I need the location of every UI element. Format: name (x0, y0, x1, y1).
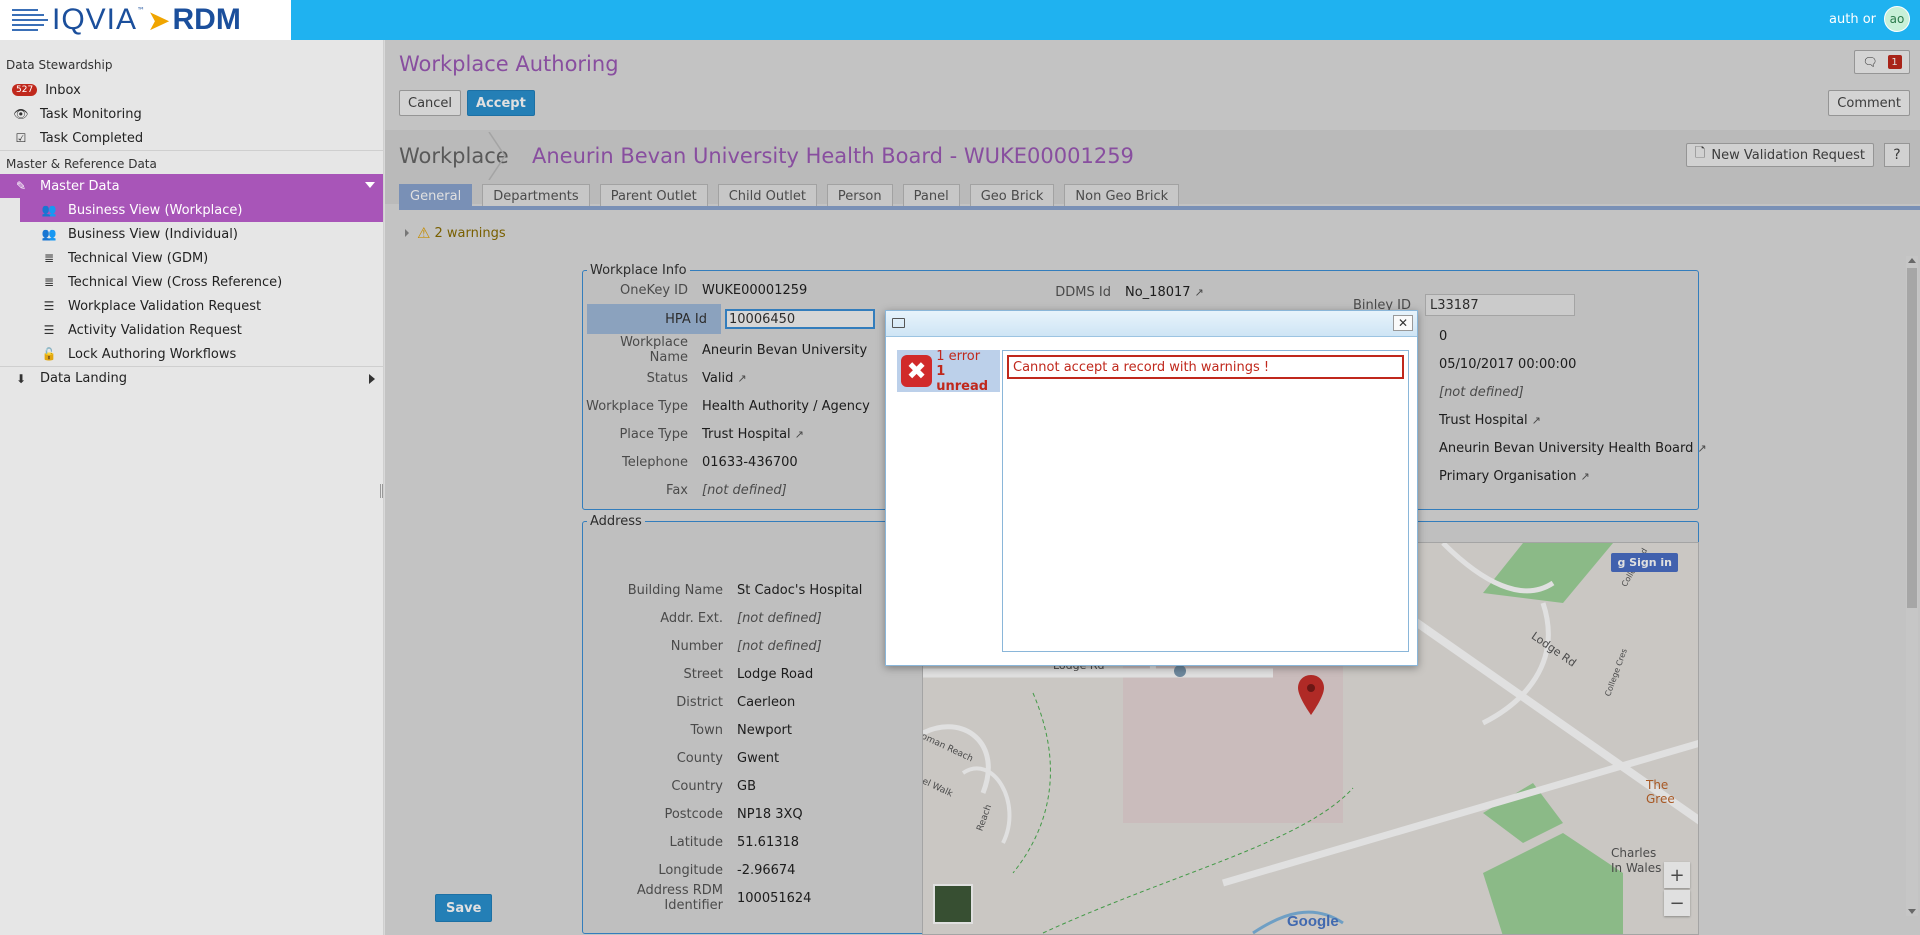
eye-icon: 👁 (13, 107, 29, 121)
user-menu[interactable]: auth or ao (1829, 6, 1910, 32)
unread-count: 1 unread (936, 363, 989, 394)
sidebar-item-business-view-workplace[interactable]: 👥 Business View (Workplace) (20, 198, 383, 222)
checkbox-icon: ☑ (15, 131, 27, 145)
sidebar-item-data-landing[interactable]: ⬇ Data Landing (0, 366, 383, 390)
sidebar-item-label: Task Completed (40, 130, 144, 146)
list-icon: ☰ (43, 299, 55, 313)
inbox-count-badge: 527 (12, 84, 38, 96)
chevron-right-icon (369, 374, 375, 384)
user-name: auth or (1829, 11, 1876, 27)
error-summary[interactable]: ✖ 1 error 1 unread (897, 349, 1000, 394)
error-counts: 1 error 1 unread (936, 349, 1000, 394)
top-bar: IQVIA ™ ➤ RDM auth or ao (0, 0, 1920, 40)
pencil-icon: ✎ (15, 179, 27, 193)
error-message[interactable]: Cannot accept a record with warnings ! (1007, 355, 1404, 379)
sidebar-item-technical-view-xref[interactable]: ≣ Technical View (Cross Reference) (0, 270, 383, 294)
sidebar: Data Stewardship 527 Inbox 👁 Task Monito… (0, 40, 384, 935)
database-icon: ≣ (43, 251, 55, 265)
message-icon (892, 318, 905, 328)
sidebar-section-master-reference: Master & Reference Data (0, 150, 383, 174)
sidebar-item-label: Lock Authoring Workflows (68, 346, 237, 362)
dialog-header: ✕ (886, 311, 1417, 337)
close-icon[interactable]: ✕ (1393, 315, 1413, 331)
chevron-down-icon (365, 182, 375, 188)
sidebar-section-data-stewardship: Data Stewardship (6, 58, 113, 72)
database-icon: ≣ (43, 275, 55, 289)
sidebar-item-business-view-individual[interactable]: 👥 Business View (Individual) (0, 222, 383, 246)
sidebar-item-label: Activity Validation Request (68, 322, 242, 338)
download-icon: ⬇ (15, 371, 27, 386)
error-dialog: ✕ ✖ 1 error 1 unread Cannot accept a rec… (885, 310, 1418, 666)
logo-lines-icon (12, 9, 48, 31)
sidebar-item-technical-view-gdm[interactable]: ≣ Technical View (GDM) (0, 246, 383, 270)
sidebar-item-label: Business View (Workplace) (68, 202, 243, 218)
group-icon: 👥 (41, 227, 57, 241)
sidebar-item-activity-validation-request[interactable]: ☰ Activity Validation Request (0, 318, 383, 342)
sidebar-item-workplace-validation-request[interactable]: ☰ Workplace Validation Request (0, 294, 383, 318)
sidebar-item-lock-authoring-workflows[interactable]: 🔓 Lock Authoring Workflows (0, 342, 383, 366)
sidebar-item-label: Technical View (GDM) (68, 250, 209, 266)
sidebar-item-label: Inbox (45, 82, 81, 98)
sidebar-item-label: Master Data (40, 178, 120, 194)
logo-tm: ™ (137, 6, 146, 15)
sidebar-item-label: Business View (Individual) (68, 226, 238, 242)
sidebar-item-task-monitoring[interactable]: 👁 Task Monitoring (0, 102, 383, 126)
sidebar-item-label: Technical View (Cross Reference) (68, 274, 283, 290)
sidebar-splitter-handle[interactable] (380, 484, 383, 498)
sidebar-item-label: Data Landing (40, 371, 127, 386)
dialog-message-list: Cannot accept a record with warnings ! (1002, 350, 1409, 652)
group-icon: 👥 (41, 203, 57, 217)
sidebar-item-inbox[interactable]: 527 Inbox (0, 78, 383, 102)
app-logo[interactable]: IQVIA ™ ➤ RDM (0, 0, 291, 40)
sidebar-item-label: Task Monitoring (40, 106, 142, 122)
error-icon: ✖ (901, 355, 933, 387)
sidebar-item-master-data[interactable]: ✎ Master Data (0, 174, 383, 198)
logo-text: IQVIA (52, 3, 138, 36)
avatar[interactable]: ao (1884, 6, 1910, 32)
list-icon: ☰ (43, 323, 55, 337)
unlock-icon: 🔓 (41, 347, 57, 361)
sidebar-item-task-completed[interactable]: ☑ Task Completed (0, 126, 383, 150)
logo-arrow-icon: ➤ (147, 3, 171, 37)
sidebar-item-label: Workplace Validation Request (68, 298, 262, 314)
logo-product: RDM (172, 3, 241, 36)
error-count: 1 error (936, 348, 981, 364)
